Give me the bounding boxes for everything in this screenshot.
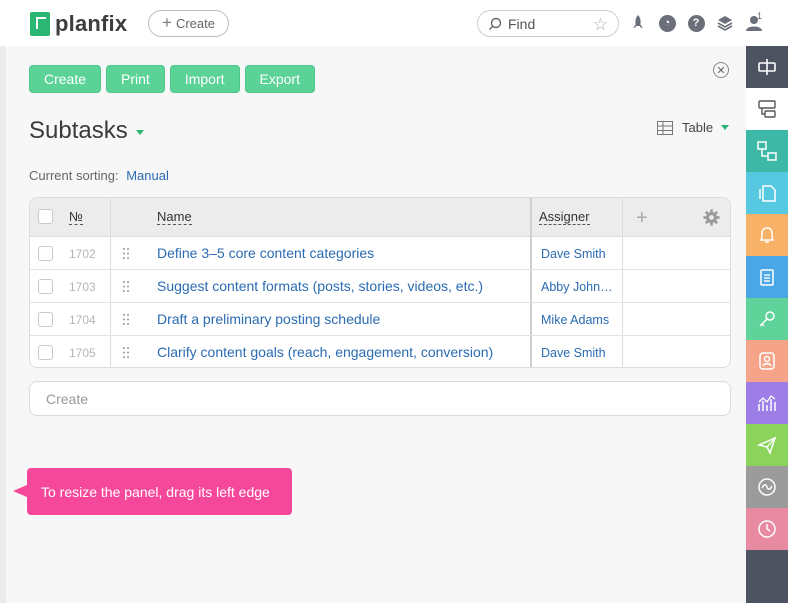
- gear-icon[interactable]: [703, 209, 720, 226]
- task-name-link[interactable]: Suggest content formats (posts, stories,…: [157, 278, 483, 294]
- create-subtask-placeholder: Create: [46, 390, 89, 407]
- row-number: 1705: [69, 346, 96, 360]
- notification-badge: 1: [757, 11, 763, 21]
- tooltip-text: To resize the panel, drag its left edge: [41, 483, 270, 500]
- row-checkbox[interactable]: [38, 279, 53, 294]
- drag-handle-icon[interactable]: [122, 346, 130, 359]
- search-icon: [489, 17, 502, 30]
- logo-text: planfix: [55, 11, 128, 36]
- checklist-icon[interactable]: [746, 256, 788, 298]
- view-label: Table: [682, 120, 714, 135]
- row-checkbox[interactable]: [38, 345, 53, 360]
- row-number: 1702: [69, 247, 96, 261]
- row-checkbox[interactable]: [38, 246, 53, 261]
- rocket-icon[interactable]: [628, 13, 648, 33]
- top-bar: planfix + Create Find ☆ ◔ ? 1: [0, 0, 788, 46]
- key-icon[interactable]: [746, 298, 788, 340]
- subtasks-table: № Name Assigner + 1702 Define 3–5 core c…: [29, 197, 731, 368]
- page-title-text: Subtasks: [29, 117, 128, 144]
- page-title[interactable]: Subtasks: [29, 117, 144, 145]
- chevron-down-icon: [721, 125, 730, 130]
- drag-handle-icon[interactable]: [122, 247, 130, 260]
- subtasks-panel: Create Print Import Export ✕ Subtasks Ta…: [0, 46, 746, 603]
- assigner-link[interactable]: Mike Adams: [541, 313, 617, 327]
- sorting-label: Current sorting:: [29, 168, 119, 183]
- table-row[interactable]: 1704 Draft a preliminary posting schedul…: [30, 303, 730, 336]
- table-icon: [657, 120, 673, 135]
- row-number: 1704: [69, 313, 96, 327]
- resize-hint-tooltip: To resize the panel, drag its left edge: [13, 468, 292, 515]
- column-number-header[interactable]: №: [69, 210, 83, 225]
- documents-icon[interactable]: [746, 172, 788, 214]
- layers-icon[interactable]: [715, 13, 735, 33]
- drag-handle-icon[interactable]: [122, 280, 130, 293]
- task-name-link[interactable]: Define 3–5 core content categories: [157, 245, 374, 261]
- print-button[interactable]: Print: [106, 65, 165, 93]
- plus-icon: +: [162, 12, 172, 32]
- panel-resize-icon[interactable]: [746, 46, 788, 88]
- global-create-label: Create: [175, 16, 215, 31]
- assigner-link[interactable]: Dave Smith: [541, 346, 617, 360]
- row-number: 1703: [69, 280, 96, 294]
- history-icon[interactable]: [746, 508, 788, 550]
- logo-icon: [30, 12, 50, 36]
- row-checkbox[interactable]: [38, 312, 53, 327]
- create-subtask-input[interactable]: Create: [29, 381, 731, 416]
- export-button[interactable]: Export: [244, 65, 315, 93]
- timer-icon[interactable]: ◔: [657, 13, 677, 33]
- star-icon[interactable]: ☆: [593, 15, 608, 35]
- planfix-logo[interactable]: planfix: [30, 11, 127, 37]
- close-icon[interactable]: ✕: [713, 62, 729, 78]
- create-button[interactable]: Create: [29, 65, 102, 93]
- sorting-info: Current sorting: Manual: [29, 168, 169, 183]
- search-input[interactable]: Find ☆: [477, 10, 619, 37]
- subtasks-icon[interactable]: [746, 88, 788, 130]
- task-name-link[interactable]: Draft a preliminary posting schedule: [157, 311, 380, 327]
- import-button[interactable]: Import: [169, 65, 240, 93]
- view-switcher[interactable]: Table: [657, 120, 730, 135]
- global-create-button[interactable]: + Create: [148, 10, 229, 37]
- help-icon[interactable]: ?: [686, 13, 706, 33]
- table-header: № Name Assigner +: [30, 198, 730, 237]
- select-all-checkbox[interactable]: [38, 209, 53, 224]
- column-assigner-header[interactable]: Assigner: [539, 210, 590, 225]
- notifications-icon[interactable]: [746, 214, 788, 256]
- task-name-link[interactable]: Clarify content goals (reach, engagement…: [157, 344, 493, 360]
- chevron-down-icon: [135, 130, 144, 135]
- table-body: 1702 Define 3–5 core content categories …: [30, 237, 730, 367]
- assigner-link[interactable]: Dave Smith: [541, 247, 617, 261]
- assigner-link[interactable]: Abby Johnson: [541, 280, 617, 294]
- hierarchy-icon[interactable]: [746, 130, 788, 172]
- right-sidebar: [746, 46, 788, 603]
- action-toolbar: Create Print Import Export: [29, 65, 315, 93]
- add-column-icon[interactable]: +: [636, 207, 648, 230]
- column-name-header[interactable]: Name: [157, 210, 192, 225]
- search-placeholder: Find: [508, 15, 536, 32]
- sorting-value-link[interactable]: Manual: [126, 168, 169, 183]
- table-row[interactable]: 1705 Clarify content goals (reach, engag…: [30, 336, 730, 367]
- contact-icon[interactable]: [746, 340, 788, 382]
- send-icon[interactable]: [746, 424, 788, 466]
- drag-handle-icon[interactable]: [122, 313, 130, 326]
- table-row[interactable]: 1702 Define 3–5 core content categories …: [30, 237, 730, 270]
- table-row[interactable]: 1703 Suggest content formats (posts, sto…: [30, 270, 730, 303]
- activity-icon[interactable]: [746, 466, 788, 508]
- analytics-icon[interactable]: [746, 382, 788, 424]
